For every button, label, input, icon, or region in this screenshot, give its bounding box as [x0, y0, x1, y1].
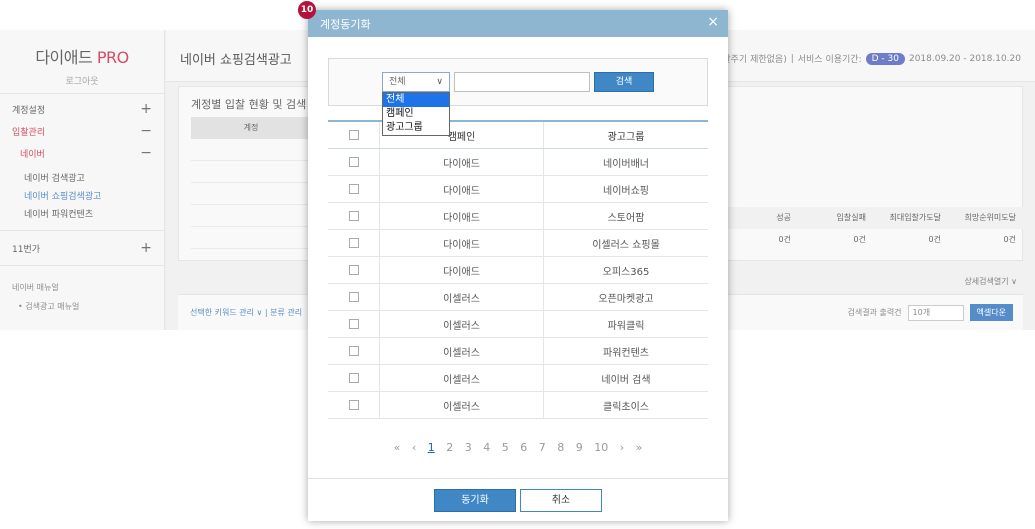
modal-title: 계정동기화 — [320, 18, 371, 31]
table-row[interactable]: 이셀러스 네이버 검색 — [328, 365, 708, 392]
cell-adgroup: 이셀러스 쇼핑몰 — [592, 239, 660, 251]
page-link[interactable]: 9 — [576, 441, 583, 454]
cell-campaign: 다이애드 — [380, 176, 544, 202]
cell-campaign: 이셀러스 — [380, 284, 544, 310]
table-row[interactable]: 이셀러스 오픈마켓광고 — [328, 284, 708, 311]
cell-adgroup: 파워컨텐츠 — [603, 347, 649, 359]
cell-adgroup: 오피스365 — [602, 266, 650, 278]
first-page-icon[interactable]: « — [394, 441, 401, 454]
table-row[interactable]: 다이애드 네이버배너 — [328, 149, 708, 176]
account-sync-modal: 계정동기화 × 전체 ∨ 검색 캠페인 광고그룹 다이애드 네이버배너 다이애드 네… — [308, 10, 728, 521]
dropdown-option-campaign[interactable]: 캠페인 — [383, 107, 449, 121]
row-checkbox[interactable] — [348, 400, 359, 410]
chevron-down-icon: ∨ — [436, 77, 443, 87]
cell-adgroup: 스토어팜 — [607, 212, 645, 224]
table-row[interactable]: 이셀러스 파워컨텐츠 — [328, 338, 708, 365]
row-checkbox[interactable] — [348, 157, 359, 167]
page-link[interactable]: 8 — [557, 441, 564, 454]
search-type-select[interactable]: 전체 ∨ — [382, 72, 450, 92]
select-all-checkbox[interactable] — [348, 130, 359, 140]
dropdown-option-adgroup[interactable]: 광고그룹 — [383, 121, 449, 135]
cell-adgroup: 네이버쇼핑 — [603, 185, 649, 197]
last-page-icon[interactable]: » — [636, 441, 643, 454]
table-row[interactable]: 이셀러스 클릭초이스 — [328, 392, 708, 419]
table-row[interactable]: 다이애드 오피스365 — [328, 257, 708, 284]
page-link[interactable]: 1 — [428, 441, 435, 454]
prev-page-icon[interactable]: ‹ — [412, 441, 416, 454]
search-button[interactable]: 검색 — [594, 72, 654, 92]
campaign-table: 캠페인 광고그룹 다이애드 네이버배너 다이애드 네이버쇼핑 다이애드 스토어팜 다이… — [328, 120, 708, 419]
cell-campaign: 다이애드 — [380, 203, 544, 229]
row-checkbox[interactable] — [348, 292, 359, 302]
step-number-badge: 10 — [298, 1, 316, 19]
next-page-icon[interactable]: › — [620, 441, 624, 454]
row-checkbox[interactable] — [348, 184, 359, 194]
page-link[interactable]: 7 — [539, 441, 546, 454]
page-link[interactable]: 5 — [502, 441, 509, 454]
cancel-button[interactable]: 취소 — [520, 489, 602, 512]
select-value: 전체 — [389, 77, 406, 87]
cell-campaign: 이셀러스 — [380, 392, 544, 418]
row-checkbox[interactable] — [348, 211, 359, 221]
cell-campaign: 이셀러스 — [380, 338, 544, 364]
table-row[interactable]: 이셀러스 파워클릭 — [328, 311, 708, 338]
table-row[interactable]: 다이애드 이셀러스 쇼핑몰 — [328, 230, 708, 257]
cell-campaign: 이셀러스 — [380, 311, 544, 337]
page-link[interactable]: 6 — [520, 441, 527, 454]
page-link[interactable]: 4 — [483, 441, 490, 454]
modal-footer: 동기화 취소 — [308, 478, 728, 521]
pagination: « ‹ 1 2 3 4 5 6 7 8 9 10 › » — [308, 441, 728, 454]
row-checkbox[interactable] — [348, 238, 359, 248]
cell-adgroup: 파워클릭 — [607, 320, 645, 332]
cell-campaign: 다이애드 — [380, 257, 544, 283]
page-link[interactable]: 10 — [594, 441, 608, 454]
dropdown-option-all[interactable]: 전체 — [383, 93, 449, 107]
cell-adgroup: 클릭초이스 — [603, 401, 649, 413]
cell-adgroup: 오픈마켓광고 — [598, 293, 654, 305]
cell-adgroup: 네이버배너 — [603, 158, 649, 170]
cell-adgroup: 네이버 검색 — [601, 374, 651, 386]
modal-header: 계정동기화 × — [308, 10, 728, 37]
row-checkbox[interactable] — [348, 346, 359, 356]
table-row[interactable]: 다이애드 스토어팜 — [328, 203, 708, 230]
row-checkbox[interactable] — [348, 265, 359, 275]
search-input[interactable] — [454, 72, 590, 92]
sync-button[interactable]: 동기화 — [434, 489, 516, 512]
cell-campaign: 이셀러스 — [380, 365, 544, 391]
column-header-adgroup: 광고그룹 — [607, 131, 645, 143]
page-link[interactable]: 3 — [465, 441, 472, 454]
row-checkbox[interactable] — [348, 373, 359, 383]
table-row[interactable]: 다이애드 네이버쇼핑 — [328, 176, 708, 203]
row-checkbox[interactable] — [348, 319, 359, 329]
search-type-dropdown: 전체 캠페인 광고그룹 — [382, 92, 450, 136]
cell-campaign: 다이애드 — [380, 230, 544, 256]
cell-campaign: 다이애드 — [380, 149, 544, 175]
close-icon[interactable]: × — [707, 14, 719, 30]
page-link[interactable]: 2 — [446, 441, 453, 454]
